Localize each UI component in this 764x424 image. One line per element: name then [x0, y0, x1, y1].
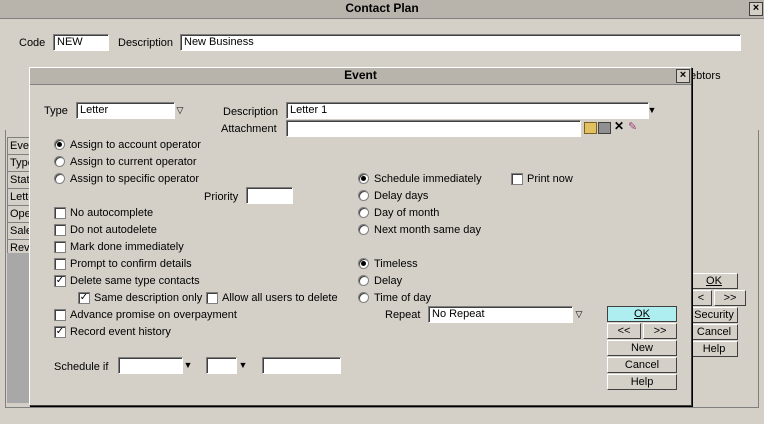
type-dropdown-icon[interactable]: ▽ — [174, 104, 186, 116]
advance-promise-checkbox[interactable] — [54, 309, 66, 321]
event-next-button[interactable]: >> — [643, 323, 677, 339]
event-cancel-label: Cancel — [624, 359, 660, 371]
event-description-input[interactable]: Letter 1 — [286, 102, 649, 119]
print-now-label: Print now — [527, 173, 573, 185]
scan-icon[interactable] — [598, 122, 611, 134]
print-now-checkbox[interactable] — [511, 173, 523, 185]
main-description-label: Description — [118, 37, 174, 49]
schedule-immediately-label: Schedule immediately — [374, 173, 482, 185]
do-not-autodelete-label: Do not autodelete — [70, 224, 157, 236]
timeless-radio[interactable] — [358, 258, 369, 269]
schedule-if-value-input[interactable] — [262, 357, 341, 374]
priority-input[interactable] — [246, 187, 293, 204]
event-ok-button[interactable]: OK — [607, 306, 677, 322]
assign-specific-operator-label: Assign to specific operator — [70, 173, 200, 185]
open-folder-icon[interactable] — [584, 122, 597, 134]
repeat-label: Repeat — [385, 309, 421, 321]
assign-account-operator-label: Assign to account operator — [70, 139, 201, 151]
main-ok-button[interactable]: OK — [690, 273, 738, 289]
main-description-input[interactable]: New Business — [180, 34, 741, 51]
code-input[interactable]: NEW — [53, 34, 109, 51]
repeat-select[interactable]: No Repeat — [428, 306, 573, 323]
delete-same-type-contacts-label: Delete same type contacts — [70, 275, 200, 287]
main-title: Contact Plan — [0, 0, 764, 19]
schedule-if-select-1[interactable] — [118, 357, 183, 374]
record-event-history-checkbox[interactable]: ✓ — [54, 326, 66, 338]
next-month-same-day-label: Next month same day — [374, 224, 481, 236]
event-ok-label: OK — [634, 308, 650, 320]
same-description-only-label: Same description only — [94, 292, 203, 304]
clear-icon[interactable]: ✕ — [614, 119, 624, 133]
same-description-only-checkbox[interactable]: ✓ — [78, 292, 90, 304]
assign-current-operator-label: Assign to current operator — [70, 156, 197, 168]
event-cancel-button[interactable]: Cancel — [607, 357, 677, 373]
attachment-input[interactable] — [286, 120, 581, 137]
mark-done-immediately-label: Mark done immediately — [70, 241, 184, 253]
assign-specific-operator-radio[interactable] — [54, 173, 65, 184]
event-new-button[interactable]: New — [607, 340, 677, 356]
day-of-month-radio[interactable] — [358, 207, 369, 218]
security-button[interactable]: Security — [690, 307, 738, 323]
delay-radio[interactable] — [358, 275, 369, 286]
day-of-month-label: Day of month — [374, 207, 440, 219]
priority-label: Priority — [204, 191, 239, 203]
event-description-label: Description — [223, 106, 279, 118]
delay-label: Delay — [374, 275, 403, 287]
main-close-button[interactable]: × — [749, 2, 763, 16]
edit-icon[interactable]: ✎ — [628, 120, 637, 133]
main-cancel-button[interactable]: Cancel — [690, 324, 738, 340]
prompt-confirm-details-checkbox[interactable] — [54, 258, 66, 270]
event-help-label: Help — [630, 376, 654, 388]
time-of-day-label: Time of day — [374, 292, 432, 304]
time-of-day-radio[interactable] — [358, 292, 369, 303]
delay-days-radio[interactable] — [358, 190, 369, 201]
main-prev-button[interactable]: < — [690, 290, 712, 306]
event-prev-button[interactable]: << — [607, 323, 641, 339]
schedule-if-dropdown-2-icon[interactable]: ▼ — [237, 359, 249, 371]
schedule-immediately-radio[interactable] — [358, 173, 369, 184]
next-month-same-day-radio[interactable] — [358, 224, 369, 235]
main-help-button[interactable]: Help — [690, 341, 738, 357]
schedule-if-dropdown-1-icon[interactable]: ▼ — [182, 359, 194, 371]
main-next-button[interactable]: >> — [714, 290, 746, 306]
event-close-button[interactable]: × — [676, 69, 690, 83]
description-dropdown-icon[interactable]: ▼ — [646, 104, 658, 116]
type-select[interactable]: Letter — [76, 102, 175, 119]
event-new-label: New — [630, 342, 653, 354]
type-label: Type — [44, 105, 68, 117]
schedule-if-select-2[interactable] — [206, 357, 237, 374]
advance-promise-label: Advance promise on overpayment — [70, 309, 237, 321]
timeless-label: Timeless — [374, 258, 418, 270]
mark-done-immediately-checkbox[interactable] — [54, 241, 66, 253]
delay-days-label: Delay days — [374, 190, 429, 202]
delete-same-type-contacts-checkbox[interactable]: ✓ — [54, 275, 66, 287]
code-label: Code — [19, 37, 46, 49]
event-dialog-title: Event — [30, 68, 691, 85]
debtors-label: ebtors — [690, 70, 721, 82]
assign-account-operator-radio[interactable] — [54, 139, 65, 150]
allow-all-users-delete-label: Allow all users to delete — [222, 292, 338, 304]
no-autocomplete-checkbox[interactable] — [54, 207, 66, 219]
assign-current-operator-radio[interactable] — [54, 156, 65, 167]
no-autocomplete-label: No autocomplete — [70, 207, 154, 219]
event-dialog: Event × Type Letter ▽ Description Letter… — [29, 67, 692, 406]
main-ok-label: OK — [706, 275, 722, 287]
prompt-confirm-details-label: Prompt to confirm details — [70, 258, 192, 270]
allow-all-users-delete-checkbox[interactable] — [206, 292, 218, 304]
event-help-button[interactable]: Help — [607, 374, 677, 390]
attachment-label: Attachment — [221, 123, 277, 135]
record-event-history-label: Record event history — [70, 326, 171, 338]
repeat-dropdown-icon[interactable]: ▽ — [573, 308, 585, 320]
schedule-if-label: Schedule if — [54, 361, 109, 373]
do-not-autodelete-checkbox[interactable] — [54, 224, 66, 236]
